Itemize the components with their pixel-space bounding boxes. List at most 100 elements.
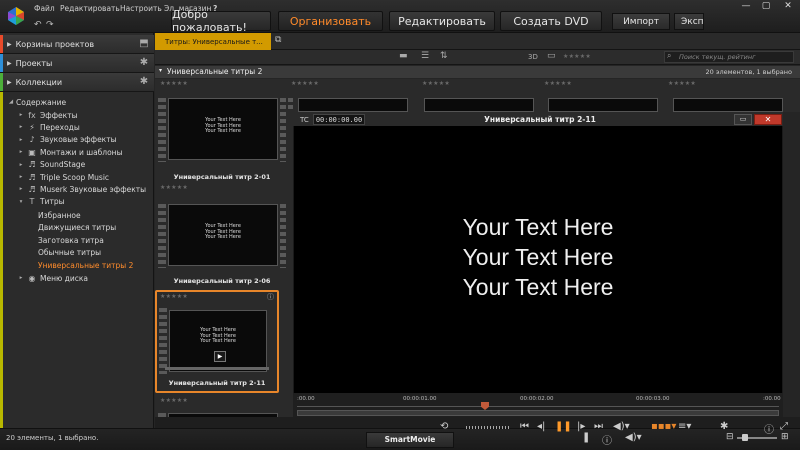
expand-arrow-icon[interactable]: ▸ — [16, 275, 26, 281]
step-back-icon[interactable]: ◂| — [537, 421, 545, 432]
section-color-bar — [0, 73, 3, 91]
list-view-icon[interactable]: ☰ — [421, 51, 429, 61]
tree-subitem[interactable]: Движущиеся титры — [38, 222, 116, 234]
library-tab-titles[interactable]: Титры: Универсальные т... — [155, 33, 271, 50]
category-icon: ⚡ — [29, 122, 35, 132]
thumb-frame[interactable] — [673, 98, 783, 112]
thumb-rating[interactable]: ★★★★★ — [422, 80, 450, 87]
go-to-end-icon[interactable]: ⏭ — [594, 421, 603, 432]
restore-icon[interactable]: ▭ — [734, 114, 752, 125]
tree-item[interactable]: ▸ ♬ Triple Scoop Music — [16, 171, 109, 183]
section-collections[interactable]: ▶ Коллекции ✱ — [0, 73, 154, 92]
view-mode-icon[interactable]: ▪▪▪▾ — [651, 421, 676, 432]
close-icon[interactable]: ✕ — [778, 0, 798, 12]
thumb-frame[interactable] — [298, 98, 408, 112]
tree-subitem[interactable]: Обычные титры — [38, 247, 101, 259]
thumb-frame[interactable] — [548, 98, 658, 112]
expand-arrow-icon[interactable]: ▸ — [16, 137, 26, 143]
audio-icon[interactable]: ◀)▾ — [625, 432, 642, 443]
tree-item[interactable]: ▸ fx Эффекты — [16, 109, 78, 121]
thumb-rating[interactable]: ★★★★★ — [160, 397, 188, 404]
tree-subitem[interactable]: Заготовка титра — [38, 234, 104, 246]
new-tab-icon[interactable]: ⧉ — [275, 35, 281, 45]
expand-arrow-icon[interactable]: ▸ — [16, 186, 26, 192]
volume-icon[interactable]: ◀)▾ — [613, 421, 630, 432]
collapse-arrow-icon[interactable]: ▾ — [159, 67, 162, 74]
thumb-rating[interactable]: ★★★★★ — [544, 80, 572, 87]
zoom-in-icon[interactable]: ⊞ — [781, 432, 789, 442]
tree-item[interactable]: ▸ ♪ Звуковые эффекты — [16, 134, 117, 146]
redo-icon[interactable]: ↷ — [46, 20, 54, 30]
smartmovie-button[interactable]: SmartMovie — [366, 432, 454, 448]
tab-welcome[interactable]: Добро пожаловать! — [171, 8, 271, 34]
tree-item[interactable]: ▸ ♬ SoundStage — [16, 159, 86, 171]
expand-arrow-icon[interactable]: ▸ — [16, 112, 26, 118]
section-projects[interactable]: ▶ Проекты ✱ — [0, 54, 154, 73]
3d-filter-button[interactable]: 3D — [528, 53, 538, 61]
tree-subitem[interactable]: Универсальные титры 2 — [38, 259, 133, 271]
tree-subitem[interactable]: Избранное — [38, 209, 81, 221]
import-button[interactable]: Импорт — [612, 13, 670, 30]
pin-icon[interactable]: ❚ — [582, 432, 590, 443]
step-forward-icon[interactable]: |▸ — [577, 421, 585, 432]
menu-file[interactable]: Файл — [34, 4, 55, 13]
timeline-scrollbar[interactable] — [297, 410, 779, 416]
library-item[interactable]: ★★★★★ Your Text Here Your Text Here Your T… — [158, 80, 286, 191]
shuttle-control[interactable] — [466, 426, 510, 429]
maximize-icon[interactable]: ▢ — [756, 0, 776, 12]
tree-item-label: Заготовка титра — [38, 235, 104, 245]
collapse-arrow-icon[interactable]: ▾ — [16, 199, 26, 205]
tree-item-label: Монтажи и шаблоны — [40, 147, 123, 157]
info-icon[interactable]: ⓘ — [267, 292, 274, 302]
loop-icon[interactable]: ⟲ — [440, 421, 448, 432]
thumb-frame[interactable] — [424, 98, 534, 112]
library-item-selected[interactable]: ★★★★★ ⓘ Your Text Here Your Text Here Your… — [155, 290, 279, 393]
expand-arrow-icon: ▶ — [7, 59, 12, 67]
item-count: 20 элементов, 1 выбрано — [705, 68, 792, 76]
sort-icon[interactable]: ⇅ — [440, 51, 448, 61]
expand-arrow-icon[interactable]: ▸ — [16, 174, 26, 180]
menu-settings[interactable]: Настроить — [120, 4, 162, 13]
play-icon[interactable]: ▶ — [214, 351, 226, 362]
rating-filter[interactable]: ★★★★★ — [563, 53, 591, 60]
timeline-track[interactable] — [297, 406, 779, 407]
fullscreen-icon[interactable]: ⤢ — [780, 421, 788, 432]
export-button[interactable]: Экспо — [674, 13, 704, 30]
info-icon[interactable]: ⓘ — [764, 421, 774, 436]
tree-item[interactable]: ▾ T Титры — [16, 196, 65, 208]
go-to-start-icon[interactable]: ⏮ — [520, 421, 529, 432]
thumb-rating[interactable]: ★★★★★ — [160, 293, 188, 300]
expand-arrow-icon[interactable]: ▸ — [16, 124, 26, 130]
pause-icon[interactable]: ❚❚ — [555, 421, 572, 432]
expand-arrow-icon[interactable]: ▸ — [16, 149, 26, 155]
expand-arrow-icon[interactable]: ▸ — [16, 162, 26, 168]
timecode-display[interactable]: 00:00:00.00 — [313, 114, 365, 125]
tab-create-dvd[interactable]: Создать DVD — [500, 11, 602, 31]
tab-edit[interactable]: Редактировать — [389, 11, 495, 31]
zoom-out-icon[interactable]: ⊟ — [726, 432, 734, 442]
info-circle-icon[interactable]: ⓘ — [602, 432, 612, 447]
thumb-rating[interactable]: ★★★★★ — [668, 80, 696, 87]
tag-icon[interactable]: ▭ — [547, 51, 556, 61]
tree-item[interactable]: ▸ ⚡ Переходы — [16, 121, 80, 133]
library-item[interactable]: Your Text Here Your Text Here Your Text He… — [158, 186, 286, 290]
tree-item[interactable]: ▸ ♬ Muserk Звуковые эффекты — [16, 183, 146, 195]
thumb-scrub-bar[interactable] — [165, 367, 269, 370]
undo-icon[interactable]: ↶ — [34, 20, 42, 30]
settings-gear-icon[interactable]: ✱ — [720, 421, 728, 432]
folder-icon[interactable]: ▬ — [399, 51, 408, 61]
tab-organize[interactable]: Организовать — [278, 11, 383, 31]
menu-edit[interactable]: Редактировать — [60, 4, 120, 13]
search-input[interactable]: Поиск текущ. рейтинг — [664, 51, 794, 63]
minimize-icon[interactable]: — — [736, 0, 756, 12]
player-close-icon[interactable]: ✕ — [754, 114, 782, 125]
content-header[interactable]: ◢ Содержание — [6, 96, 66, 108]
thumb-rating[interactable]: ★★★★★ — [291, 80, 319, 87]
section-project-bins[interactable]: ▶ Корзины проектов ⬒ — [0, 35, 154, 54]
zoom-slider-handle[interactable] — [742, 434, 748, 441]
thumb-rating[interactable]: ★★★★★ — [160, 80, 188, 87]
sort-menu-icon[interactable]: ≡▾ — [678, 421, 691, 432]
tc-label: TC — [300, 116, 309, 124]
tree-item[interactable]: ▸ ▣ Монтажи и шаблоны — [16, 146, 123, 158]
tree-item-disc-menu[interactable]: ▸ ◉ Меню диска — [16, 272, 88, 284]
